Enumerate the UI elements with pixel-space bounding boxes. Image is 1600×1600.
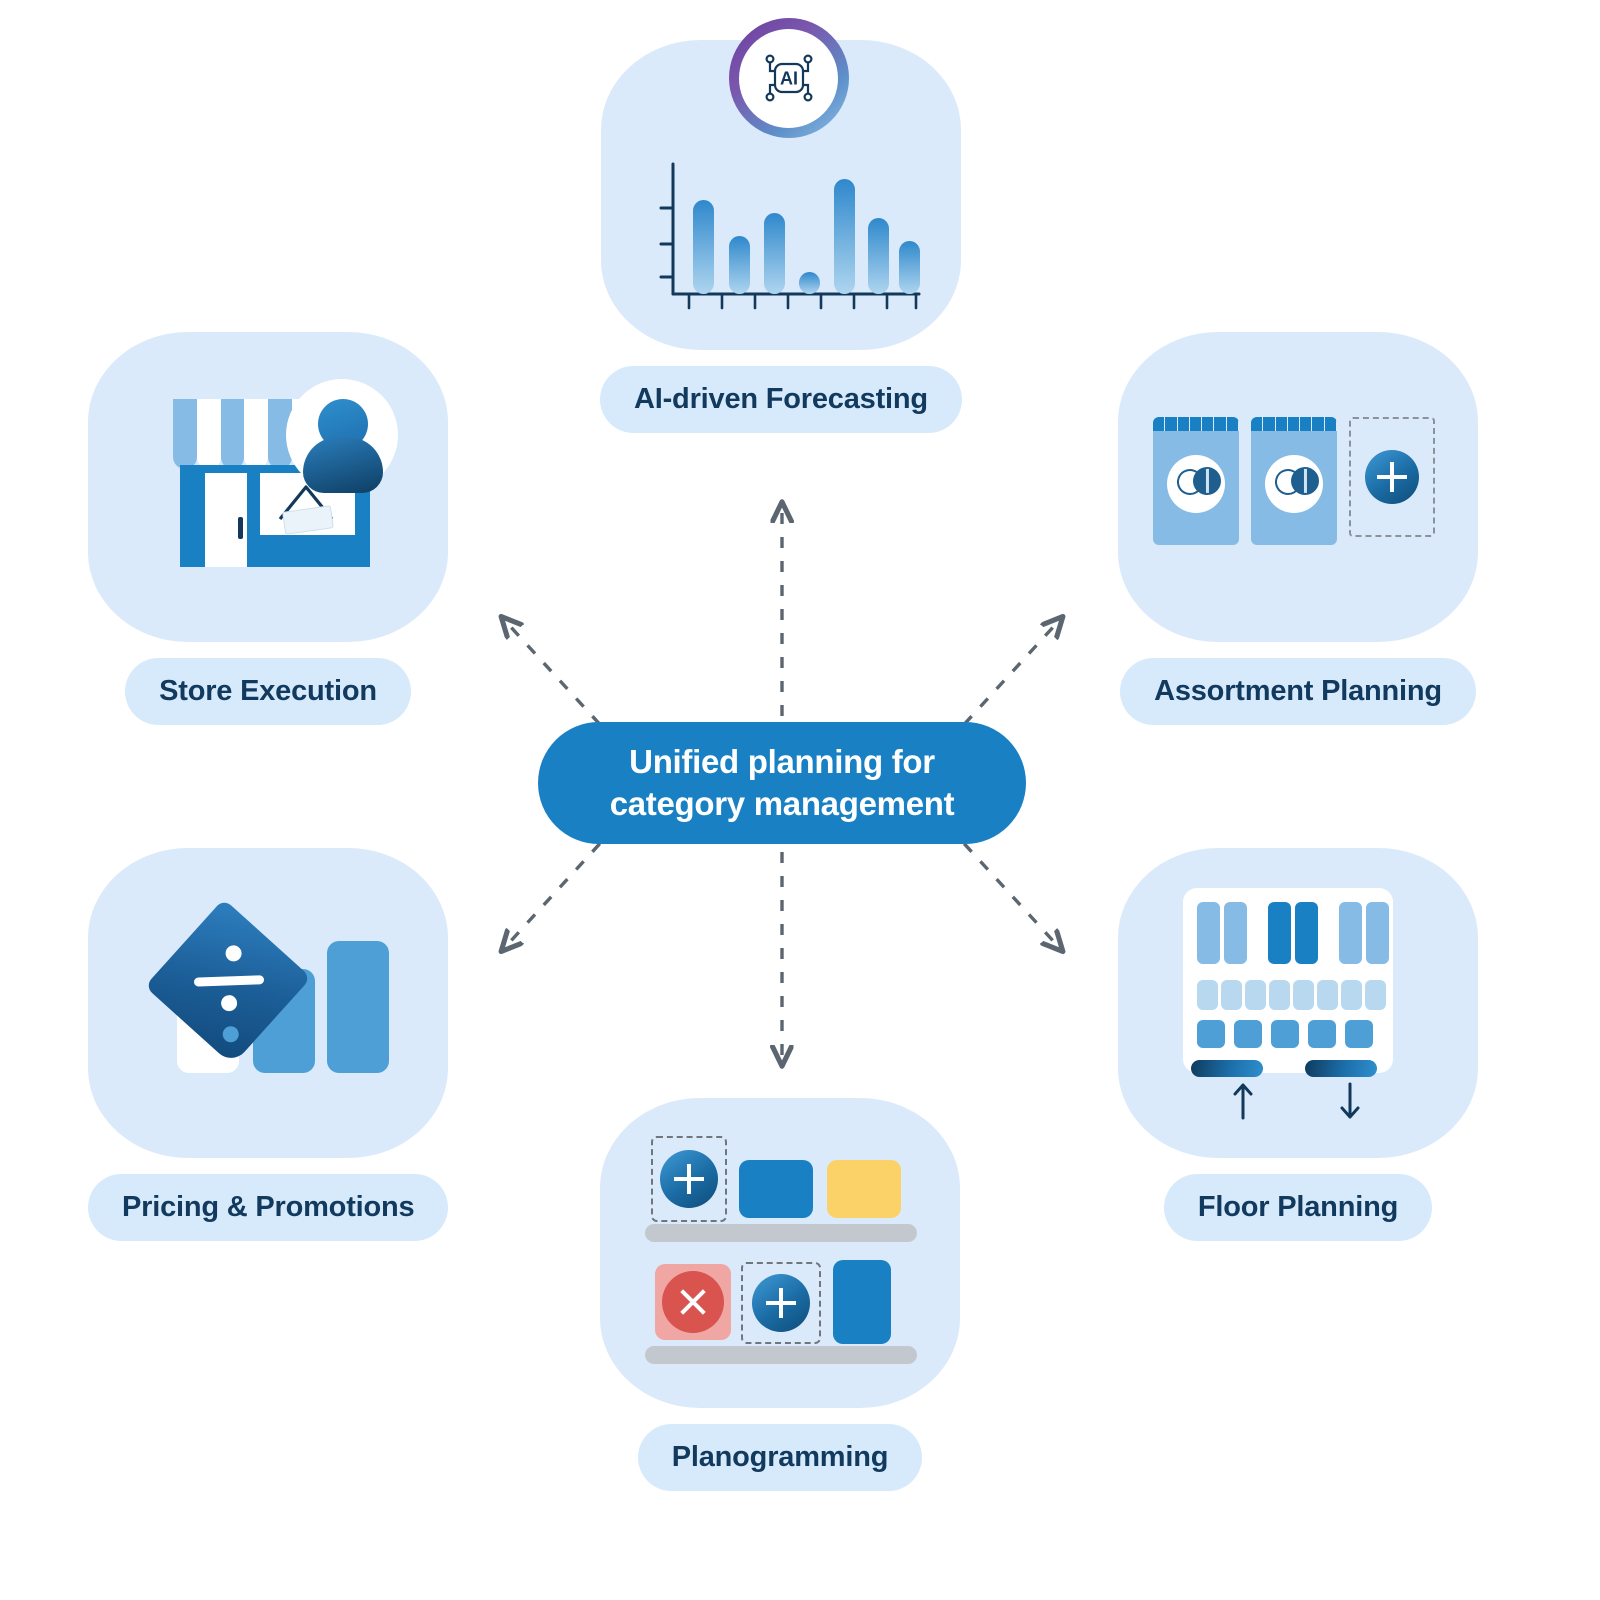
diagram-canvas: Unified planning for category management — [0, 0, 1600, 1600]
ai-badge-text: AI — [780, 69, 798, 89]
ai-chip-icon: AI — [765, 54, 813, 102]
avatar-body — [303, 437, 383, 493]
hub-unified-planning[interactable]: Unified planning for category management — [538, 722, 1026, 844]
hub-line-1: Unified planning for — [629, 743, 935, 781]
hub-line-2: category management — [609, 785, 955, 822]
ai-badge: AI — [728, 18, 849, 138]
